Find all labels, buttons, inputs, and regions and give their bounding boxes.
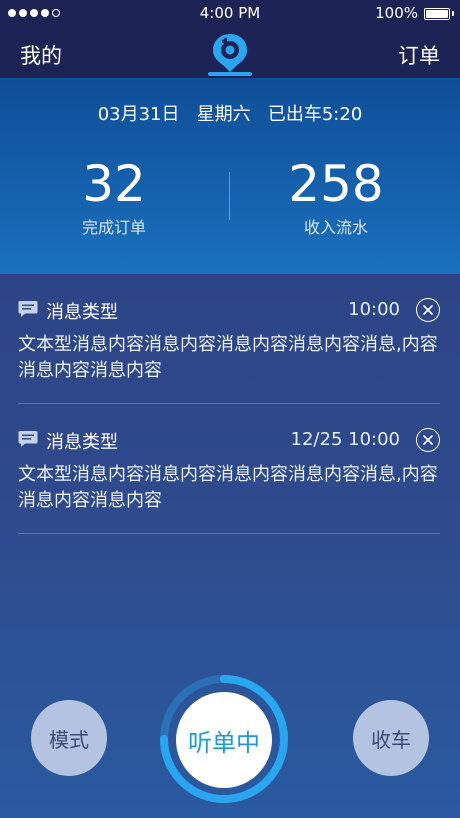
income-label: 收入流水: [303, 218, 368, 237]
bottom-controls: 模式 听单中 收车: [0, 660, 460, 818]
message-time: 12/25 10:00: [290, 429, 400, 450]
date-text: 03月31日: [97, 104, 180, 125]
mode-button[interactable]: 模式: [31, 700, 107, 776]
active-tab-indicator: [208, 72, 252, 76]
weekday-text: 星期六: [196, 104, 251, 125]
message-time: 10:00: [348, 299, 400, 320]
close-icon[interactable]: [416, 298, 440, 322]
completed-orders-stat: 32 完成订单: [14, 156, 214, 238]
message-text: 文本型消息内容消息内容消息内容消息内容消息,内容消息内容消息内容: [18, 334, 438, 381]
location-pin-logo-icon[interactable]: [208, 30, 252, 76]
message-text: 文本型消息内容消息内容消息内容消息内容消息,内容消息内容消息内容: [18, 464, 438, 511]
stat-divider: [229, 172, 230, 220]
message-icon: [18, 431, 38, 447]
listen-orders-button[interactable]: 听单中: [176, 692, 272, 788]
list-item[interactable]: 消息类型 10:00 文本型消息内容消息内容消息内容消息内容消息,内容消息内容消…: [18, 274, 440, 404]
list-item[interactable]: 消息类型 12/25 10:00 文本型消息内容消息内容消息内容消息内容消息,内…: [18, 404, 440, 534]
completed-orders-label: 完成订单: [81, 218, 146, 237]
my-profile-link[interactable]: 我的: [20, 40, 62, 70]
status-bar: 4:00 PM 100%: [0, 0, 460, 28]
income-stat: 258 收入流水: [236, 156, 436, 238]
battery-tip: [452, 11, 454, 16]
finish-shift-button[interactable]: 收车: [353, 700, 429, 776]
message-type: 消息类型: [46, 432, 118, 453]
battery-icon: [424, 8, 450, 20]
battery-percent: 100%: [375, 4, 418, 22]
close-icon[interactable]: [416, 428, 440, 452]
shift-status-text: 已出车5:20: [267, 104, 363, 125]
completed-orders-value: 32: [82, 155, 146, 213]
orders-link[interactable]: 订单: [398, 40, 440, 70]
nav-bar: 我的 订单: [0, 28, 460, 78]
message-icon: [18, 301, 38, 317]
summary-panel: 03月31日 星期六 已出车5:20 32 完成订单 258 收入流水: [0, 78, 460, 274]
message-type: 消息类型: [46, 302, 118, 323]
income-value: 258: [288, 155, 384, 213]
shift-info: 03月31日 星期六 已出车5:20: [0, 100, 460, 126]
